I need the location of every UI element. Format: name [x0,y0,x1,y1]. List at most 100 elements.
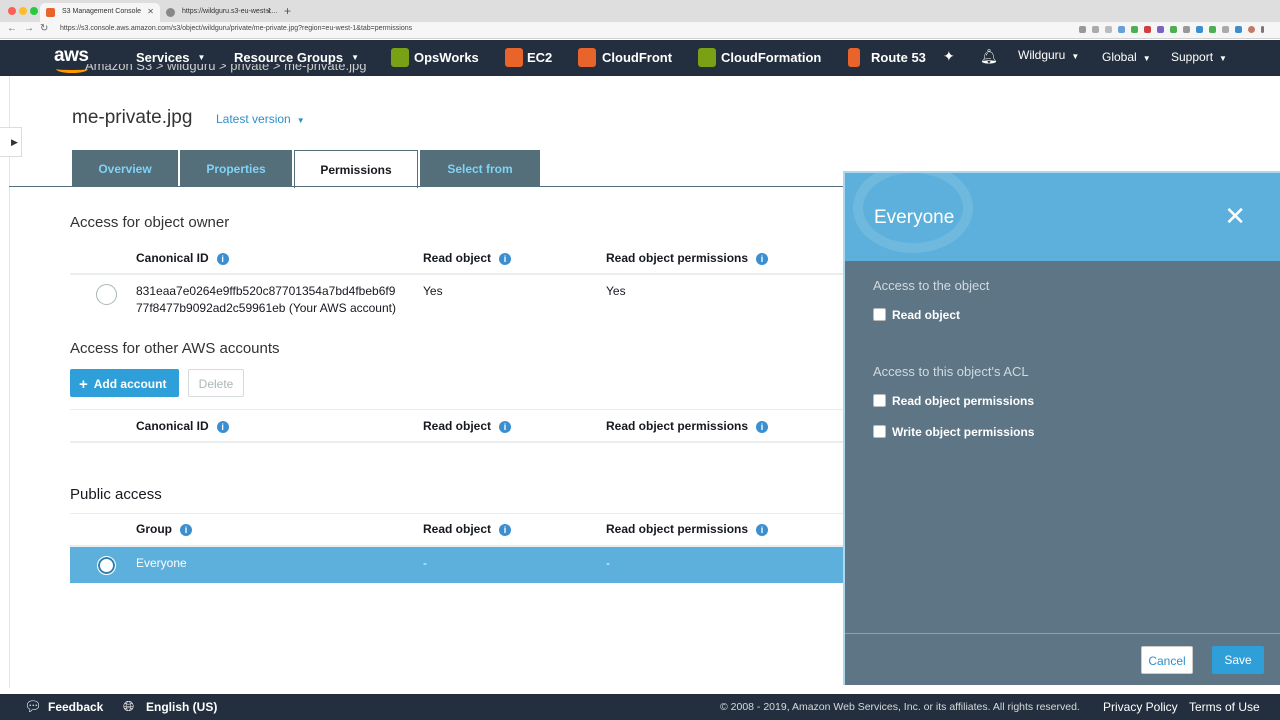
extension-icon[interactable] [1131,26,1138,33]
browser-tab-wildguru[interactable]: https://wildguru.s3-eu-west-1... ✕ [160,3,278,22]
pin-icon[interactable]: ✦ [943,48,955,65]
copyright-text: © 2008 - 2019, Amazon Web Services, Inc.… [720,701,1080,713]
page-title: me-private.jpg [72,107,193,128]
extension-icon[interactable] [1222,26,1229,33]
zoom-icon[interactable] [1079,26,1086,33]
extension-icon[interactable] [1170,26,1177,33]
window-minimize-dot[interactable] [19,7,27,15]
column-label: Read object permissions [606,419,749,433]
aws-smile-icon [56,65,88,73]
feedback-icon[interactable]: 💬︎ [24,698,42,715]
owner-col-read-perms: Read object permissions i [606,251,769,265]
chevron-down-icon: ▼ [1071,52,1080,61]
close-icon[interactable]: ✕ [1224,201,1246,232]
checkbox-box[interactable] [873,394,886,407]
info-icon[interactable]: i [180,524,192,536]
delete-button[interactable]: Delete [188,369,244,397]
public-col-read-perms: Read object permissions i [606,522,769,536]
write-perms-checkbox[interactable]: Write object permissions [873,425,1034,439]
shortcut-route53[interactable]: Route 53 [871,50,926,65]
shortcut-opsworks[interactable]: OpsWorks [414,50,479,65]
info-icon[interactable]: i [756,421,769,433]
support-menu[interactable]: Support ▼ [1171,50,1227,64]
public-access-heading: Public access [70,486,162,503]
new-tab-icon[interactable]: + [284,4,291,18]
forward-icon[interactable]: → [24,23,34,34]
other-col-read-object: Read object i [423,419,512,433]
extension-icons [1079,26,1264,33]
read-perms-checkbox[interactable]: Read object permissions [873,394,1034,408]
table-row-everyone[interactable]: Everyone - - [70,547,843,583]
account-menu[interactable]: Wildguru ▼ [1018,48,1079,62]
public-col-read-object: Read object i [423,522,512,536]
add-account-button[interactable]: + Add account [70,369,179,397]
checkbox-box[interactable] [873,308,886,321]
shortcut-cloudfront[interactable]: CloudFront [602,50,672,65]
bell-icon[interactable]: 🔔︎ [980,48,998,65]
info-icon[interactable]: i [216,253,229,265]
checkbox-label: Read object [892,308,961,322]
info-icon[interactable]: i [216,421,229,433]
plus-icon: + [79,376,88,393]
shortcut-ec2[interactable]: EC2 [527,50,552,65]
info-icon[interactable]: i [499,253,512,265]
everyone-row-radio[interactable] [97,556,116,575]
tab-close-icon[interactable]: ✕ [265,7,272,16]
extension-icon[interactable] [1144,26,1151,33]
info-icon[interactable]: i [499,421,512,433]
chevron-down-icon: ▼ [296,116,305,125]
tab-close-icon[interactable]: ✕ [147,7,154,16]
tab-select-from[interactable]: Select from [420,150,540,186]
profile-avatar-icon[interactable] [1248,26,1255,33]
info-icon[interactable]: i [756,253,769,265]
region-menu[interactable]: Global ▼ [1102,50,1151,64]
address-bar: ← → ↻ https://s3.console.aws.amazon.com/… [0,22,1280,39]
feedback-link[interactable]: Feedback [48,700,103,714]
shortcut-cloudformation[interactable]: CloudFormation [721,50,821,65]
services-menu[interactable]: Services ▼ [136,50,205,65]
public-col-group: Group i [136,522,192,536]
s3-favicon-icon [46,8,55,17]
read-object-checkbox[interactable]: Read object [873,308,960,322]
menu-dots-icon[interactable] [1261,26,1264,33]
checkbox-box[interactable] [873,425,886,438]
panel-footer-divider [845,633,1280,634]
language-selector[interactable]: English (US) [146,700,217,714]
extension-icon[interactable] [1105,26,1112,33]
everyone-permissions-panel: Everyone ✕ Access to the object Read obj… [843,171,1280,685]
resource-groups-menu[interactable]: Resource Groups ▼ [234,50,359,65]
aws-logo[interactable]: aws [54,45,89,73]
back-icon[interactable]: ← [7,23,17,34]
info-icon[interactable]: i [499,524,512,536]
everyone-group-name: Everyone [136,556,187,570]
extension-icon[interactable] [1118,26,1125,33]
info-icon[interactable]: i [756,524,769,536]
url-field[interactable]: https://s3.console.aws.amazon.com/s3/obj… [60,25,412,32]
extension-icon[interactable] [1183,26,1190,33]
chevron-down-icon: ▼ [197,53,206,62]
reload-icon[interactable]: ↻ [40,23,48,34]
tab-permissions[interactable]: Permissions [294,150,418,188]
version-dropdown[interactable]: Latest version ▼ [216,112,305,126]
extension-icon[interactable] [1235,26,1242,33]
extension-icon[interactable] [1196,26,1203,33]
column-label: Read object [423,522,492,536]
window-zoom-dot[interactable] [30,7,38,15]
extension-icon[interactable] [1157,26,1164,33]
cancel-button[interactable]: Cancel [1141,646,1193,674]
breadcrumb[interactable]: Amazon S3 > wildguru > private > me-priv… [85,64,366,76]
window-close-dot[interactable] [8,7,16,15]
account-label: Wildguru [1018,48,1066,62]
owner-row-radio[interactable] [96,284,117,305]
browser-tab-label: https://wildguru.s3-eu-west-1... [182,8,278,15]
terms-of-use-link[interactable]: Terms of Use [1189,700,1260,714]
browser-tab-s3[interactable]: S3 Management Console ✕ [40,3,160,22]
tab-overview[interactable]: Overview [72,150,178,186]
tab-properties[interactable]: Properties [180,150,292,186]
bookmark-star-icon[interactable] [1092,26,1099,33]
sidebar-expand-icon[interactable]: ▶ [0,127,22,157]
extension-icon[interactable] [1209,26,1216,33]
save-button[interactable]: Save [1212,646,1264,674]
resource-groups-label: Resource Groups [234,50,344,65]
privacy-policy-link[interactable]: Privacy Policy [1103,700,1178,714]
